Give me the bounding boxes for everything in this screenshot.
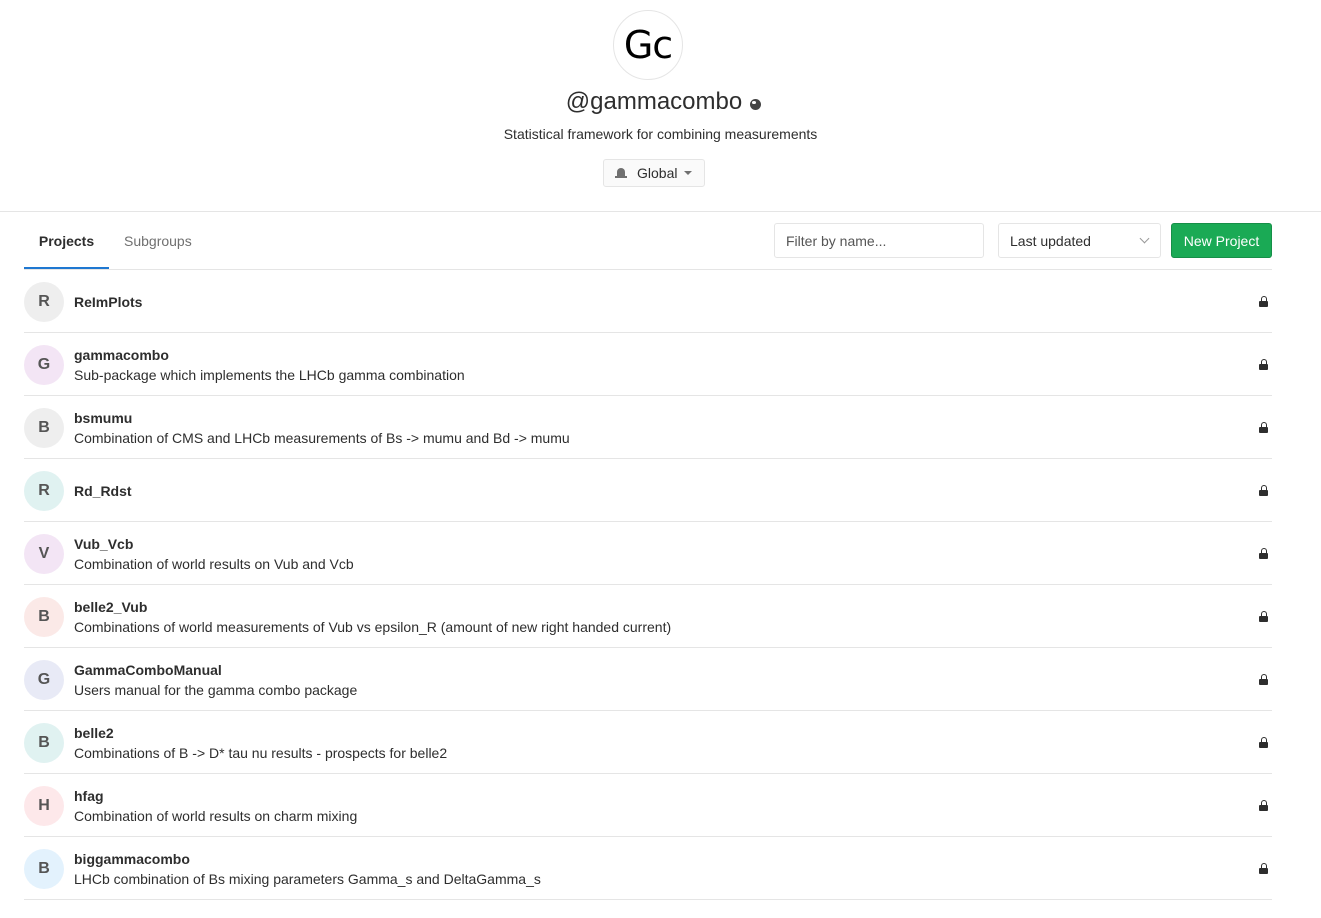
project-list: R ReImPlots Ggammacombo Sub-package which i… — [24, 270, 1272, 900]
project-row[interactable]: R ReImPlots — [24, 270, 1272, 333]
project-text: Rd_Rdst — [74, 459, 132, 522]
project-text: Vub_Vcb Combination of world results on V… — [74, 522, 354, 585]
project-row[interactable]: Bbiggammacombo LHCb combination of Bs mix… — [24, 837, 1272, 900]
sort-dropdown[interactable]: Last updated — [998, 223, 1161, 258]
project-name-link[interactable]: belle2 — [74, 723, 447, 743]
group-description: Statistical framework for combining meas… — [503, 126, 818, 142]
project-text: hfag Combination of world results on char… — [74, 774, 357, 837]
project-description: Combinations of B -> D* tau nu results -… — [74, 744, 448, 761]
project-description: LHCb combination of Bs mixing parameters… — [74, 870, 541, 887]
group-avatar: Gc — [613, 10, 683, 80]
group-header: Gc @gammacombo Statistical framework for… — [0, 0, 1321, 212]
tab-subgroups[interactable]: Subgroups — [124, 212, 192, 269]
project-row[interactable]: G GammaComboManual Users manual for the ga… — [24, 648, 1272, 711]
project-row[interactable]: R Rd_Rdst — [24, 459, 1272, 522]
notification-label: Global — [637, 165, 678, 181]
globe-icon — [750, 99, 762, 110]
project-description: Combination of world results on charm mi… — [74, 807, 358, 824]
project-name-link[interactable]: bsmumu — [74, 408, 570, 428]
lock-icon — [1259, 863, 1268, 874]
project-description: Sub-package which implements the LHCb ga… — [74, 366, 465, 383]
project-avatar[interactable]: G — [24, 345, 64, 385]
group-title-row: @gammacombo — [0, 88, 1321, 116]
project-row[interactable]: Ggammacombo Sub-package which implements … — [24, 333, 1272, 396]
project-row[interactable]: Bbelle2 Combinations of B -> D* tau nu re… — [24, 711, 1272, 774]
project-text: gammacombo Sub-package which implements t… — [74, 333, 465, 396]
project-text: ReImPlots — [74, 270, 142, 333]
project-avatar[interactable]: R — [24, 282, 64, 322]
chevron-down-icon — [1139, 233, 1150, 244]
project-description: Combination of world results on Vub and … — [74, 555, 354, 572]
project-avatar[interactable]: B — [24, 408, 64, 448]
project-name-link[interactable]: biggammacombo — [74, 849, 541, 869]
project-name-link[interactable]: Rd_Rdst — [74, 481, 132, 501]
project-text: bsmumu Combination of CMS and LHCb measur… — [74, 396, 570, 459]
project-text: biggammacombo LHCb combination of Bs mixi… — [74, 837, 541, 900]
project-row[interactable]: V Vub_Vcb Combination of world results on … — [24, 522, 1272, 585]
lock-icon — [1259, 359, 1268, 370]
bell-icon — [615, 167, 627, 180]
project-avatar[interactable]: V — [24, 534, 64, 574]
project-row[interactable]: Hhfag Combination of world results on cha… — [24, 774, 1272, 837]
project-text: belle2 Combinations of B -> D* tau nu res… — [74, 711, 447, 774]
filter-input[interactable] — [774, 223, 984, 258]
project-avatar[interactable]: G — [24, 660, 64, 700]
caret-down-icon — [684, 171, 693, 175]
project-name-link[interactable]: hfag — [74, 786, 357, 806]
project-description: Users manual for the gamma combo package — [74, 681, 358, 698]
project-name-link[interactable]: ReImPlots — [74, 292, 142, 312]
project-text: belle2_Vub Combinations of world measurem… — [74, 585, 671, 648]
tab-projects[interactable]: Projects — [24, 212, 109, 269]
project-name-link[interactable]: GammaComboManual — [74, 660, 357, 680]
project-avatar[interactable]: B — [24, 723, 64, 763]
tabs-bar: Projects Subgroups Last updated New Proj… — [24, 212, 1272, 270]
lock-icon — [1259, 800, 1268, 811]
project-avatar[interactable]: H — [24, 786, 64, 826]
sort-dropdown-label: Last updated — [1010, 232, 1091, 249]
lock-icon — [1259, 611, 1268, 622]
lock-icon — [1259, 422, 1268, 433]
project-row[interactable]: Bbelle2_Vub Combinations of world measure… — [24, 585, 1272, 648]
lock-icon — [1259, 296, 1268, 307]
notification-dropdown-button[interactable]: Global — [603, 159, 705, 187]
lock-icon — [1259, 674, 1268, 685]
project-name-link[interactable]: Vub_Vcb — [74, 534, 354, 554]
lock-icon — [1259, 485, 1268, 496]
lock-icon — [1259, 737, 1268, 748]
lock-icon — [1259, 548, 1268, 559]
project-name-link[interactable]: gammacombo — [74, 345, 465, 365]
project-row[interactable]: Bbsmumu Combination of CMS and LHCb measu… — [24, 396, 1272, 459]
project-text: GammaComboManual Users manual for the gam… — [74, 648, 357, 711]
new-project-button[interactable]: New Project — [1171, 223, 1272, 258]
project-avatar[interactable]: B — [24, 597, 64, 637]
project-description: Combination of CMS and LHCb measurements… — [74, 429, 570, 446]
group-title: @gammacombo — [565, 88, 743, 115]
project-description: Combinations of world measurements of Vu… — [74, 618, 672, 635]
project-avatar[interactable]: B — [24, 849, 64, 889]
project-avatar[interactable]: R — [24, 471, 64, 511]
project-name-link[interactable]: belle2_Vub — [74, 597, 671, 617]
